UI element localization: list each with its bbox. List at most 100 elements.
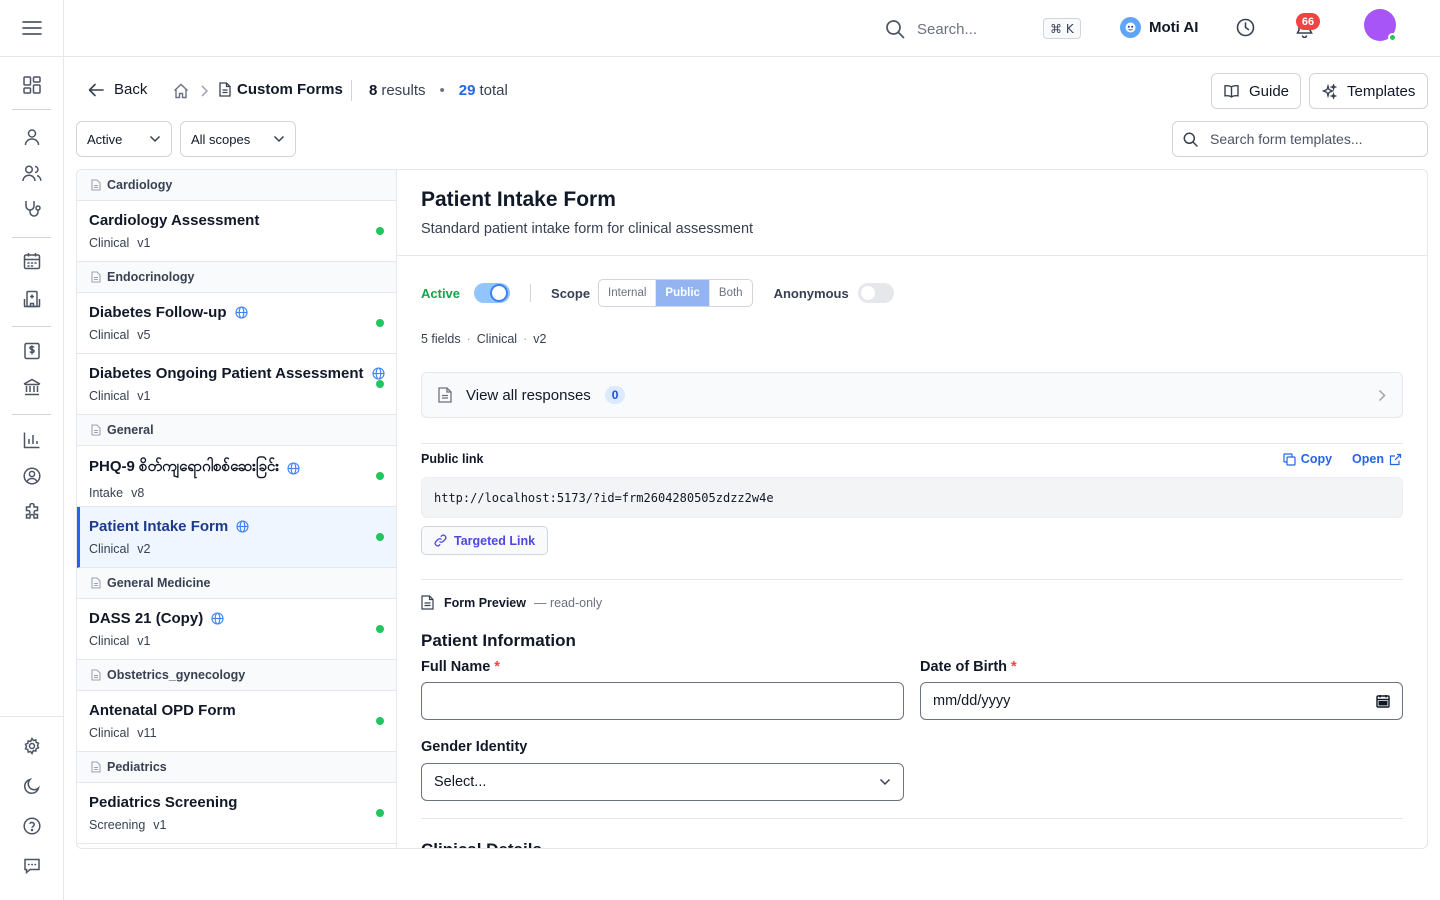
feedback-icon[interactable] xyxy=(20,854,44,878)
global-search[interactable]: Search... xyxy=(885,16,977,42)
chevron-down-icon xyxy=(149,135,161,143)
item-version: v1 xyxy=(137,236,151,250)
menu-icon[interactable] xyxy=(21,20,42,36)
active-status-dot xyxy=(376,809,384,817)
list-item[interactable]: Diabetes Ongoing Patient Assessment Clin… xyxy=(77,354,396,415)
scope-option-internal[interactable]: Internal xyxy=(599,280,657,306)
dob-field[interactable]: mm/dd/yyyy xyxy=(920,682,1403,720)
group-name: Endocrinology xyxy=(107,270,195,284)
moti-ai-button[interactable]: Moti AI xyxy=(1120,17,1198,38)
view-responses-button[interactable]: View all responses 0 xyxy=(421,372,1403,418)
template-search-input[interactable] xyxy=(1210,131,1410,147)
stethoscope-icon[interactable] xyxy=(20,197,44,221)
template-search[interactable] xyxy=(1172,121,1428,157)
section-divider xyxy=(421,818,1403,819)
open-link-button[interactable]: Open xyxy=(1352,452,1402,466)
globe-icon xyxy=(236,520,249,533)
breadcrumb-current: Custom Forms xyxy=(219,81,343,98)
active-toggle[interactable] xyxy=(474,283,511,303)
required-marker: * xyxy=(494,659,500,675)
group-name: Cardiology xyxy=(107,178,173,192)
item-category: Intake xyxy=(89,486,124,500)
list-item[interactable]: Antenatal OPD Form Clinical v11 xyxy=(77,691,396,752)
search-icon xyxy=(1183,132,1198,147)
full-name-label: Full Name * xyxy=(421,659,500,675)
back-button[interactable]: Back xyxy=(88,81,147,98)
item-version: v1 xyxy=(137,389,151,403)
item-version: v1 xyxy=(153,818,167,832)
guide-button[interactable]: Guide xyxy=(1211,73,1301,109)
public-link-url[interactable]: http://localhost:5173/?id=frm2604280505z… xyxy=(421,477,1403,518)
scope-filter-select[interactable]: All scopes xyxy=(180,121,296,157)
list-item[interactable]: Pediatrics Screening Screening v1 xyxy=(77,783,396,844)
anonymous-toggle[interactable] xyxy=(857,283,894,303)
list-item[interactable]: Diabetes Follow-up Clinical v5 xyxy=(77,293,396,354)
full-name-field[interactable] xyxy=(421,682,904,720)
active-status-dot xyxy=(376,319,384,327)
scope-label: Scope xyxy=(551,285,591,301)
copy-link-button[interactable]: Copy xyxy=(1283,452,1332,466)
rail-divider xyxy=(12,414,51,415)
users-icon[interactable] xyxy=(20,161,44,185)
read-only-note: — read-only xyxy=(533,595,603,610)
form-settings-bar: Active Scope Internal Public Both Anonym… xyxy=(421,279,894,307)
settings-icon[interactable] xyxy=(20,734,44,758)
scope-filter-value: All scopes xyxy=(191,131,251,147)
item-category: Clinical xyxy=(89,634,130,648)
history-icon[interactable] xyxy=(1236,18,1255,37)
active-status-dot xyxy=(376,380,384,388)
globe-icon xyxy=(287,461,300,475)
list-item[interactable]: Cardiology Assessment Clinical v1 xyxy=(77,201,396,262)
copy-icon xyxy=(1283,452,1296,466)
globe-icon xyxy=(211,612,224,625)
form-preview-heading: Form Preview — read-only xyxy=(421,595,602,610)
item-category: Clinical xyxy=(89,389,130,403)
form-title: Patient Intake Form xyxy=(421,188,616,211)
targeted-link-button[interactable]: Targeted Link xyxy=(421,526,549,555)
hospital-icon[interactable] xyxy=(20,287,44,311)
group-header-pediatrics: Pediatrics xyxy=(77,752,396,783)
group-header-endocrinology: Endocrinology xyxy=(77,262,396,293)
list-item[interactable]: PHQ-9 စိတ်ကျရောဂါစစ်ဆေးခြင်း Intake v8 xyxy=(77,446,396,507)
moti-ai-label: Moti AI xyxy=(1149,19,1199,36)
form-subtitle: Standard patient intake form for clinica… xyxy=(421,221,754,237)
external-link-icon xyxy=(1389,453,1402,466)
moti-ai-logo-icon xyxy=(1120,17,1141,38)
document-icon xyxy=(91,424,101,436)
user-icon[interactable] xyxy=(20,125,44,149)
item-version: v1 xyxy=(137,634,151,648)
group-name: General Medicine xyxy=(107,576,211,590)
puzzle-icon[interactable] xyxy=(20,500,44,524)
list-item[interactable]: DASS 21 (Copy) Clinical v1 xyxy=(77,599,396,660)
active-status-dot xyxy=(376,625,384,633)
book-icon xyxy=(1224,84,1239,98)
institution-icon[interactable] xyxy=(20,375,44,399)
item-version: v5 xyxy=(137,328,151,342)
scope-option-public[interactable]: Public xyxy=(656,280,710,306)
scope-option-both[interactable]: Both xyxy=(710,280,752,306)
item-title: Diabetes Ongoing Patient Assessment xyxy=(89,365,364,382)
public-link-actions: Copy Open xyxy=(1283,452,1402,466)
section-divider xyxy=(421,443,1403,444)
billing-icon[interactable] xyxy=(20,339,44,363)
moon-icon[interactable] xyxy=(20,774,44,798)
item-title: PHQ-9 စိတ်ကျရောဂါစစ်ဆေးခြင်း xyxy=(89,458,280,475)
open-label: Open xyxy=(1352,452,1384,466)
gender-select[interactable]: Select... xyxy=(421,763,904,801)
templates-button[interactable]: Templates xyxy=(1309,73,1428,109)
account-circle-icon[interactable] xyxy=(20,464,44,488)
active-status-dot xyxy=(376,533,384,541)
document-icon xyxy=(219,82,231,97)
group-name: General xyxy=(107,423,154,437)
bar-chart-icon[interactable] xyxy=(20,428,44,452)
calendar-icon[interactable] xyxy=(20,249,44,273)
dashboard-icon[interactable] xyxy=(20,73,44,97)
help-icon[interactable] xyxy=(20,814,44,838)
status-filter-select[interactable]: Active xyxy=(76,121,172,157)
rail-divider xyxy=(12,237,51,238)
home-icon[interactable] xyxy=(173,83,189,99)
form-category: Clinical xyxy=(476,332,518,346)
document-icon xyxy=(91,179,101,191)
calendar-icon[interactable] xyxy=(1376,694,1390,708)
list-item-selected[interactable]: Patient Intake Form Clinical v2 xyxy=(77,507,396,568)
